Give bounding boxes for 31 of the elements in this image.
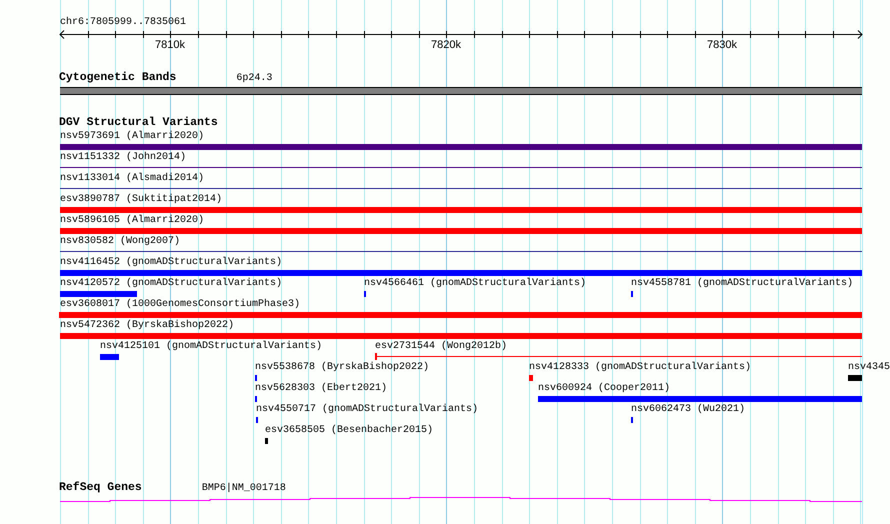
variant-label: nsv4120572 (gnomADStructuralVariants): [60, 278, 282, 290]
variant-label: nsv5896105 (Almarri2020): [60, 215, 204, 227]
variant-label: nsv5472362 (ByrskaBishop2022): [60, 320, 234, 332]
variant-label: nsv600924 (Cooper2011): [538, 383, 670, 395]
gene-label: BMP6|NM_001718: [202, 483, 286, 495]
variant-label: nsv4558781 (gnomADStructuralVariants): [631, 278, 854, 290]
track-title: RefSeq Genes: [59, 482, 142, 494]
variant-label: esv3658505 (Besenbacher2015): [265, 425, 434, 437]
variant-label: esv3608017 (1000GenomesConsortiumPhase3): [60, 299, 300, 311]
variant-label: nsv830582 (Wong2007): [60, 236, 180, 248]
variant-label: nsv1133014 (Alsmadi2014): [60, 173, 204, 185]
track-title: Cytogenetic Bands: [59, 72, 176, 84]
band-label: 6p24.3: [236, 73, 272, 85]
ruler-label: 7820k: [431, 39, 461, 51]
variant-label: nsv5973691 (Almarri2020): [60, 131, 204, 143]
track-title: DGV Structural Variants: [59, 117, 218, 129]
variant-label: nsv4125101 (gnomADStructuralVariants): [100, 341, 322, 353]
variant-label: nsv6062473 (Wu2021): [631, 404, 746, 416]
variant-label: esv3890787 (Suktitipat2014): [60, 194, 222, 206]
locus-label: chr6:7805999..7835061: [60, 17, 186, 29]
ruler-label: 7830k: [707, 39, 737, 51]
variant-label: nsv4345: [848, 362, 890, 374]
variant-label: nsv4566461 (gnomADStructuralVariants): [364, 278, 586, 290]
variant-label: nsv1151332 (John2014): [60, 152, 186, 164]
variant-label: nsv4128333 (gnomADStructuralVariants): [529, 362, 752, 374]
variant-label: nsv5628303 (Ebert2021): [255, 383, 388, 395]
variant-label: nsv5538678 (ByrskaBishop2022): [255, 362, 430, 374]
ruler-label: 7810k: [155, 39, 185, 51]
variant-label: nsv4550717 (gnomADStructuralVariants): [256, 404, 478, 416]
variant-label: nsv4116452 (gnomADStructuralVariants): [60, 257, 282, 269]
variant-label: esv2731544 (Wong2012b): [375, 341, 508, 353]
